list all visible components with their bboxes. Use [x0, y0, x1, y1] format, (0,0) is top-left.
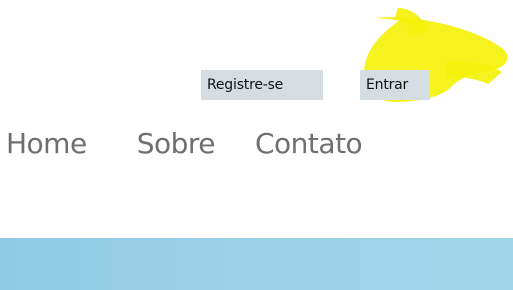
nav-item-contact[interactable]: Contato	[255, 124, 363, 164]
login-link[interactable]: Entrar	[360, 70, 430, 100]
register-link[interactable]: Registre-se	[201, 70, 323, 100]
nav-item-about[interactable]: Sobre	[137, 124, 216, 164]
hero-banner	[0, 238, 513, 290]
nav-item-home[interactable]: Home	[6, 124, 87, 164]
page: Registre-se Entrar Home Sobre Contato	[0, 0, 513, 290]
main-nav: Home Sobre Contato	[6, 124, 363, 164]
